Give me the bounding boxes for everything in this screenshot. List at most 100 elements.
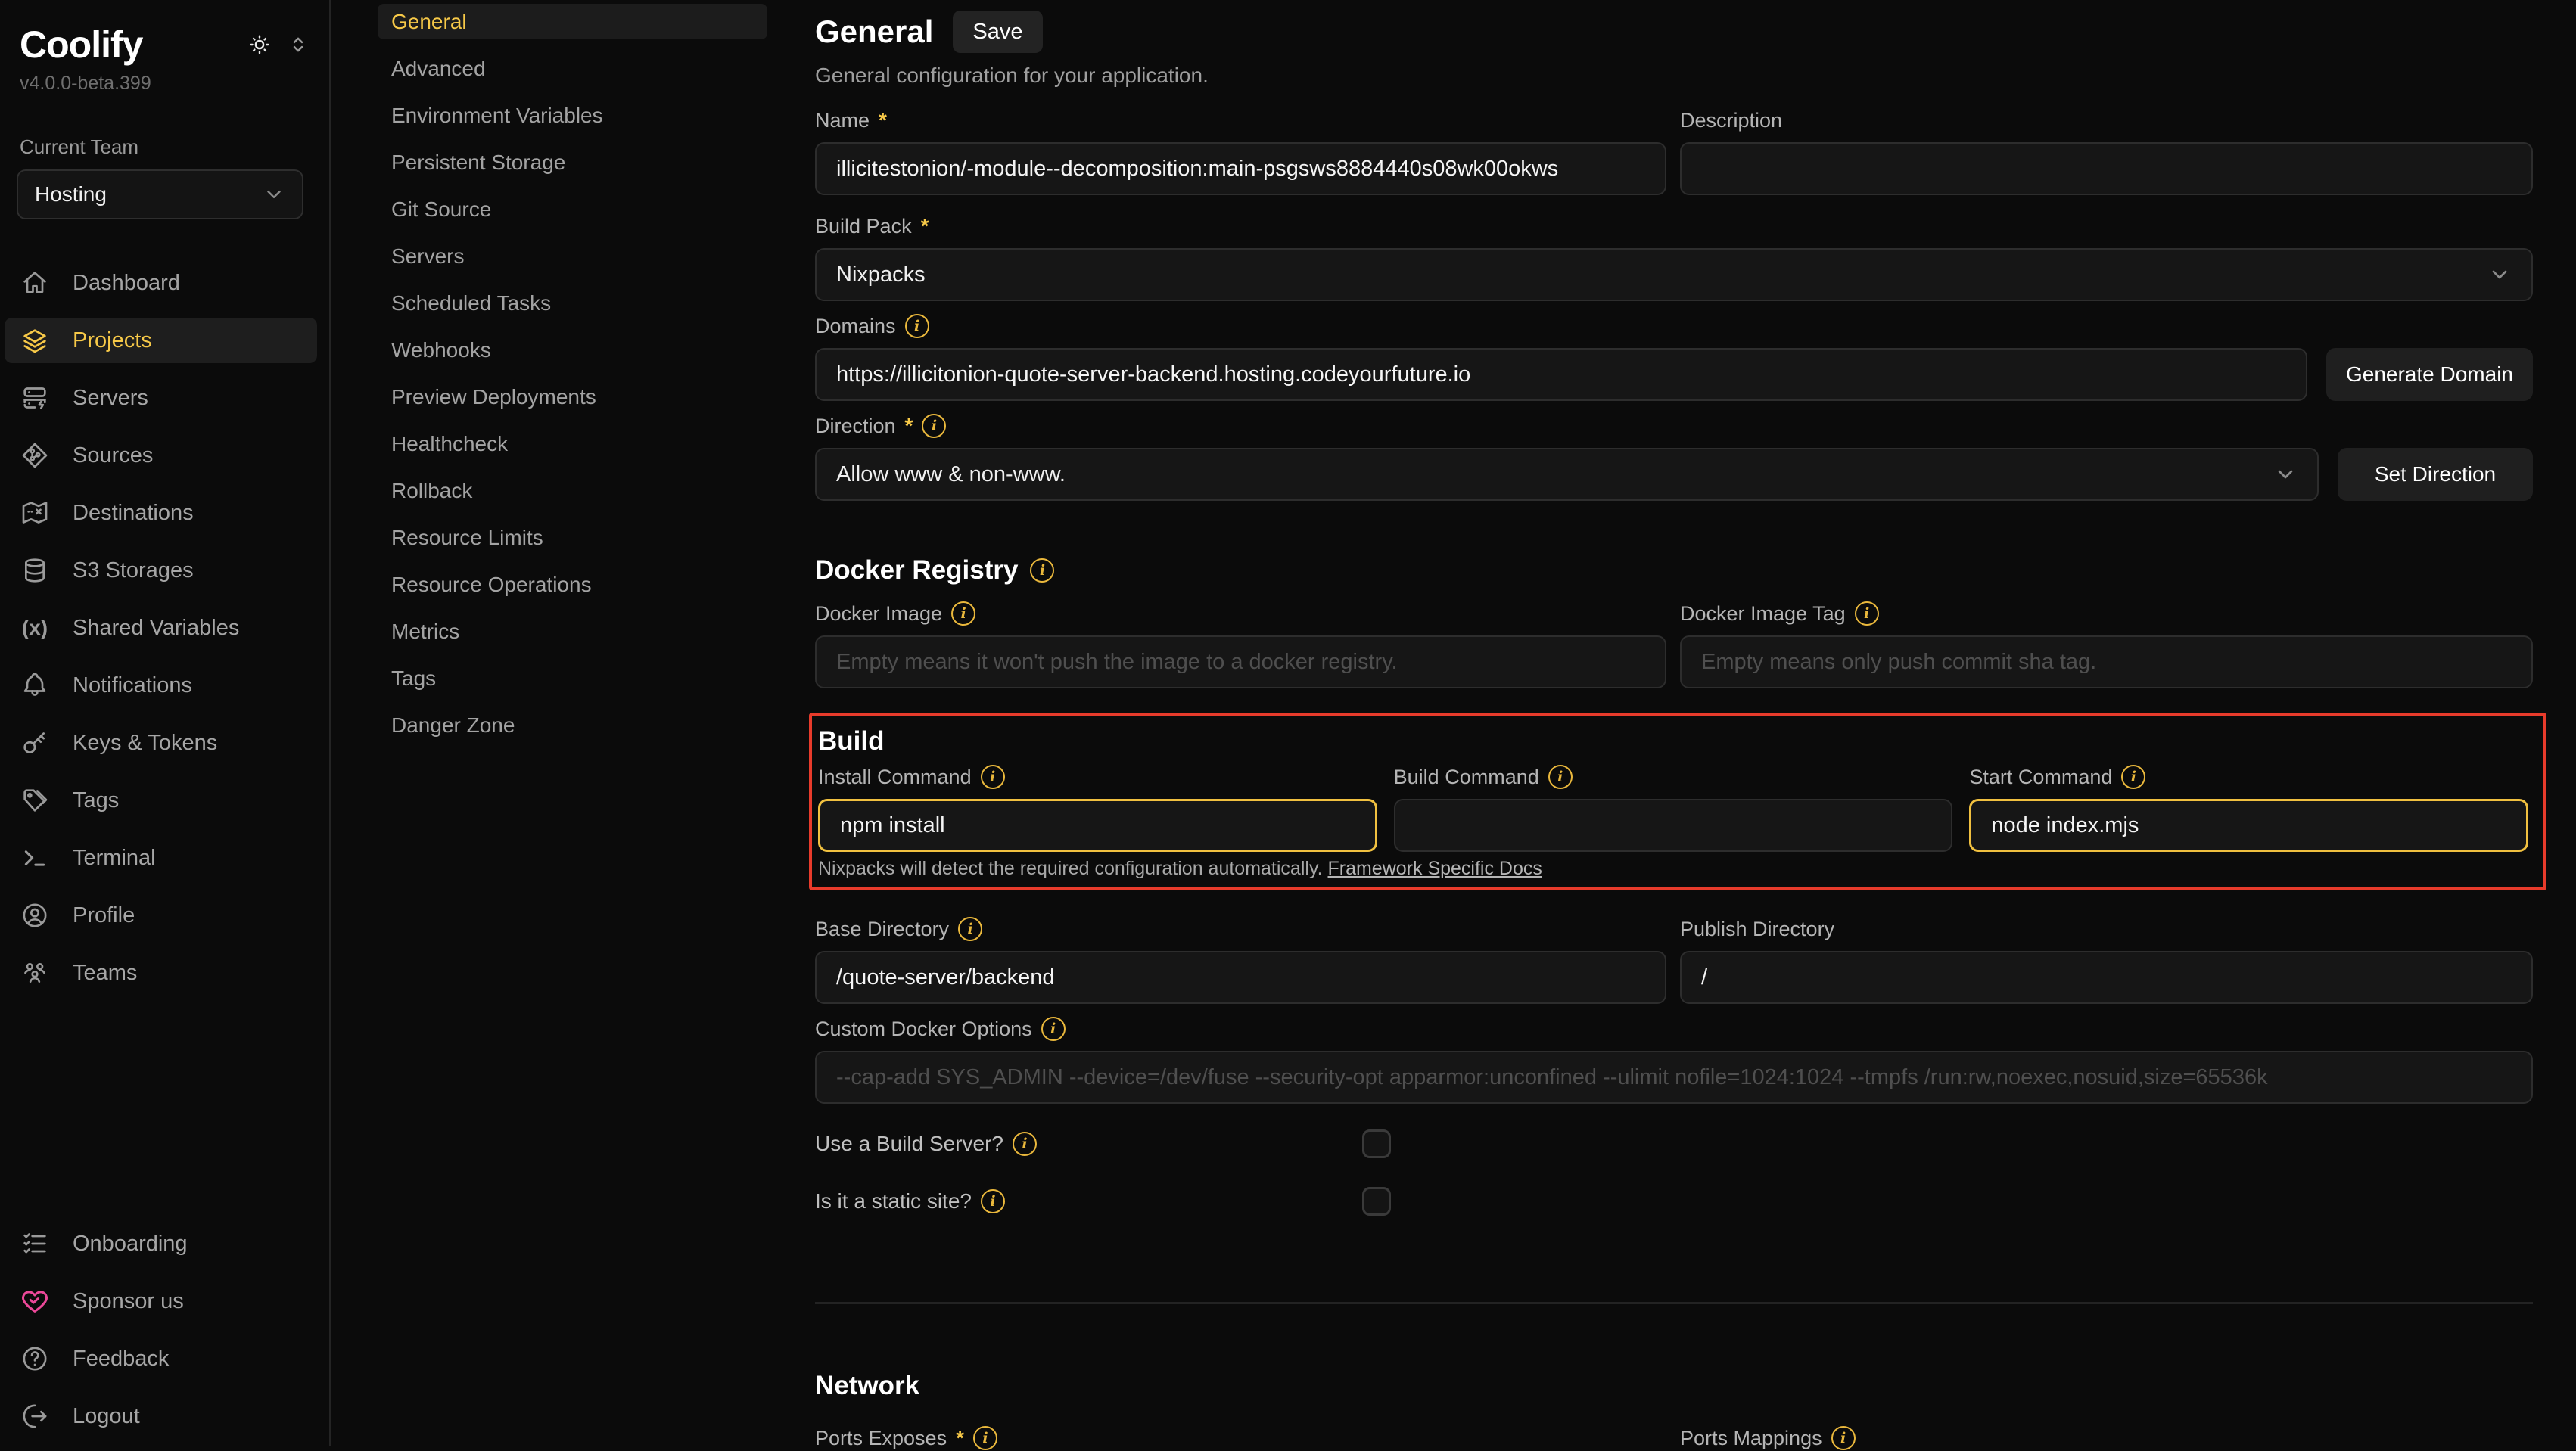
nav-item-webhooks[interactable]: Webhooks [378, 332, 767, 368]
direction-value: Allow www & non-www. [836, 462, 1066, 487]
key-icon [20, 728, 50, 758]
parentheses-x-icon [20, 616, 50, 640]
sidebar-item-label: Teams [73, 961, 137, 986]
framework-docs-link[interactable]: Framework Specific Docs [1327, 858, 1542, 879]
info-icon[interactable] [922, 414, 946, 438]
domains-input[interactable] [815, 348, 2307, 401]
static-site-label: Is it a static site? [815, 1188, 1005, 1214]
sidebar-item-label: Notifications [73, 673, 192, 698]
nav-item-preview-deployments[interactable]: Preview Deployments [378, 379, 767, 415]
sidebar-item-shared-variables[interactable]: Shared Variables [5, 605, 317, 651]
set-direction-button[interactable]: Set Direction [2338, 448, 2533, 501]
settings-nav: General Advanced Environment Variables P… [378, 4, 767, 743]
info-icon[interactable] [1548, 765, 1573, 789]
ports-exposes-label: Ports Exposes [815, 1425, 1666, 1451]
info-icon[interactable] [958, 917, 982, 941]
nav-item-environment-variables[interactable]: Environment Variables [378, 98, 767, 133]
base-directory-input[interactable] [815, 951, 1666, 1004]
sidebar-item-profile[interactable]: Profile [5, 893, 317, 938]
nav-item-metrics[interactable]: Metrics [378, 614, 767, 649]
sidebar-item-label: Destinations [73, 501, 194, 526]
sidebar-item-teams[interactable]: Teams [5, 950, 317, 996]
sidebar-item-logout[interactable]: Logout [5, 1394, 317, 1439]
docker-image-input[interactable] [815, 635, 1666, 688]
info-icon[interactable] [1030, 558, 1054, 583]
sidebar-item-tags[interactable]: Tags [5, 778, 317, 823]
nav-item-healthcheck[interactable]: Healthcheck [378, 426, 767, 461]
sidebar-item-onboarding[interactable]: Onboarding [5, 1221, 317, 1266]
nav-item-tags[interactable]: Tags [378, 660, 767, 696]
info-icon[interactable] [1831, 1426, 1856, 1450]
nav-item-general[interactable]: General [378, 4, 767, 39]
nav-item-rollback[interactable]: Rollback [378, 473, 767, 508]
build-section-highlight: Build Install Command Build Command Star… [809, 713, 2546, 890]
sidebar-item-sponsor-us[interactable]: Sponsor us [5, 1279, 317, 1324]
team-select[interactable]: Hosting [17, 169, 303, 219]
info-icon[interactable] [1041, 1017, 1066, 1041]
sidebar-item-label: Profile [73, 903, 135, 928]
sidebar-item-dashboard[interactable]: Dashboard [5, 260, 317, 306]
sidebar-item-projects[interactable]: Projects [5, 318, 317, 363]
name-label: Name [815, 107, 1666, 133]
save-button[interactable]: Save [953, 11, 1042, 53]
sidebar-item-label: Feedback [73, 1347, 169, 1372]
sidebar-item-keys-tokens[interactable]: Keys & Tokens [5, 720, 317, 766]
nav-item-persistent-storage[interactable]: Persistent Storage [378, 144, 767, 180]
info-icon[interactable] [973, 1426, 997, 1450]
sidebar-item-feedback[interactable]: Feedback [5, 1336, 317, 1381]
ports-row: Ports Exposes Ports Mappings [815, 1425, 2533, 1451]
generate-domain-button[interactable]: Generate Domain [2326, 348, 2533, 401]
build-pack-row: Build Pack Nixpacks [815, 213, 2533, 301]
publish-directory-input[interactable] [1680, 951, 2533, 1004]
info-icon[interactable] [2121, 765, 2145, 789]
required-asterisk [905, 414, 913, 438]
chevron-updown-icon[interactable] [287, 33, 310, 56]
sidebar-item-notifications[interactable]: Notifications [5, 663, 317, 708]
checklist-icon [20, 1229, 50, 1259]
start-command-input[interactable] [1969, 799, 2528, 852]
sidebar-item-label: Shared Variables [73, 616, 239, 641]
info-icon[interactable] [981, 765, 1005, 789]
sidebar-item-s3-storages[interactable]: S3 Storages [5, 548, 317, 593]
nav-item-git-source[interactable]: Git Source [378, 191, 767, 227]
docker-image-tag-input[interactable] [1680, 635, 2533, 688]
sidebar-item-label: Dashboard [73, 271, 180, 296]
sun-icon[interactable] [246, 31, 273, 58]
use-build-server-checkbox[interactable] [1362, 1129, 1391, 1158]
info-icon[interactable] [905, 314, 929, 338]
app-logo[interactable]: Coolify [20, 23, 142, 67]
sidebar-item-label: Sources [73, 443, 153, 468]
static-site-checkbox[interactable] [1362, 1187, 1391, 1216]
custom-docker-options-input[interactable] [815, 1051, 2533, 1104]
info-icon[interactable] [1013, 1132, 1037, 1156]
direction-select[interactable]: Allow www & non-www. [815, 448, 2319, 501]
info-icon[interactable] [981, 1189, 1005, 1213]
info-icon[interactable] [951, 601, 975, 626]
install-command-input[interactable] [818, 799, 1377, 852]
docker-image-row: Docker Image Docker Image Tag [815, 601, 2533, 688]
section-divider [815, 1302, 2533, 1304]
sidebar-item-label: Terminal [73, 846, 156, 871]
name-input[interactable] [815, 142, 1666, 195]
nav-item-resource-limits[interactable]: Resource Limits [378, 520, 767, 555]
sidebar-item-terminal[interactable]: Terminal [5, 835, 317, 881]
sidebar-item-destinations[interactable]: Destinations [5, 490, 317, 536]
nav-item-scheduled-tasks[interactable]: Scheduled Tasks [378, 285, 767, 321]
sidebar-item-servers[interactable]: Servers [5, 375, 317, 421]
info-icon[interactable] [1855, 601, 1879, 626]
sidebar-item-label: Servers [73, 386, 148, 411]
custom-docker-options-label: Custom Docker Options [815, 1016, 2533, 1042]
base-directory-label: Base Directory [815, 916, 1666, 942]
nav-item-resource-operations[interactable]: Resource Operations [378, 567, 767, 602]
sidebar-item-sources[interactable]: Sources [5, 433, 317, 478]
domains-row: Domains Generate Domain [815, 313, 2533, 401]
nav-item-advanced[interactable]: Advanced [378, 51, 767, 86]
build-command-input[interactable] [1394, 799, 1953, 852]
build-pack-select[interactable]: Nixpacks [815, 248, 2533, 301]
description-input[interactable] [1680, 142, 2533, 195]
sidebar-item-label: Sponsor us [73, 1289, 184, 1314]
nav-item-danger-zone[interactable]: Danger Zone [378, 707, 767, 743]
nav-item-servers[interactable]: Servers [378, 238, 767, 274]
logout-icon [20, 1401, 50, 1431]
sidebar-item-label: S3 Storages [73, 558, 194, 583]
